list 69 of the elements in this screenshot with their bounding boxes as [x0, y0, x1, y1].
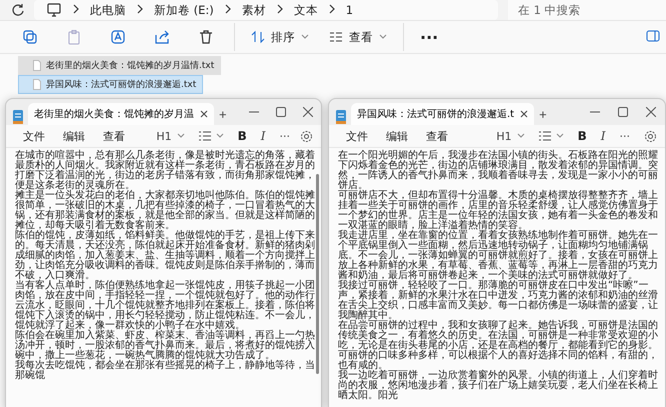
settings-icon[interactable]	[300, 130, 313, 142]
more-button[interactable]: ···	[620, 130, 630, 142]
close-icon	[302, 107, 312, 117]
close-icon	[200, 110, 208, 118]
caret-icon	[216, 133, 224, 139]
copy-icon	[22, 29, 38, 45]
caret-icon	[176, 133, 185, 139]
document-icon	[33, 79, 41, 90]
breadcrumb-item[interactable]: 文本	[294, 2, 318, 18]
maximize-icon	[618, 107, 628, 117]
caret-icon	[301, 34, 309, 40]
chevron-icon	[224, 4, 232, 14]
more-button[interactable]: ···	[410, 24, 448, 50]
breadcrumb-item[interactable]: 新加卷 (E:)	[154, 2, 214, 18]
heading-dropdown[interactable]: H1	[156, 130, 185, 142]
new-tab-button[interactable]: +	[534, 103, 552, 125]
chevron-icon	[136, 4, 144, 14]
menu-item[interactable]: 编辑	[377, 126, 417, 146]
menu-item[interactable]: 文件	[14, 126, 54, 146]
sort-icon	[251, 30, 265, 44]
italic-button[interactable]: I	[600, 129, 606, 143]
document-tab[interactable]: 异国风味：法式可丽饼的浪漫邂逅.t	[351, 103, 534, 125]
details-pane-icon[interactable]	[646, 30, 660, 42]
list-icon	[198, 131, 211, 141]
bold-button[interactable]: B	[238, 129, 247, 143]
new-tab-button[interactable]: +	[214, 103, 232, 125]
maximize-icon	[276, 107, 286, 117]
menu-item[interactable]: 查看	[417, 126, 457, 146]
computer-icon	[46, 2, 62, 18]
share-icon	[154, 29, 170, 45]
menu-item[interactable]: 文件	[337, 126, 377, 146]
list-icon	[538, 131, 551, 141]
more-button[interactable]: ···	[280, 130, 290, 142]
file-item[interactable]: 老街里的烟火美食：馄饨摊的岁月温情.txt	[18, 56, 222, 75]
chevron-icon	[328, 4, 336, 14]
list-dropdown[interactable]	[198, 131, 224, 141]
trash-icon	[198, 29, 214, 45]
rename-icon	[110, 29, 126, 45]
document-icon	[33, 60, 41, 71]
bold-button[interactable]: B	[578, 129, 587, 143]
settings-icon[interactable]	[644, 130, 657, 142]
clipboard-icon	[66, 29, 82, 45]
close-tab-button[interactable]	[198, 110, 208, 118]
menu-item[interactable]: 查看	[94, 126, 134, 146]
scrollbar[interactable]	[316, 174, 319, 374]
heading-dropdown[interactable]: H1	[496, 130, 525, 142]
caret-icon	[516, 133, 525, 139]
italic-button[interactable]: I	[260, 129, 266, 143]
breadcrumb-item[interactable]: 素材	[242, 2, 266, 18]
search-field[interactable]: 在 1 中搜索	[508, 0, 666, 20]
breadcrumb-item[interactable]: 此电脑	[90, 2, 126, 18]
close-tab-button[interactable]	[518, 110, 528, 118]
tab-title: 异国风味：法式可丽饼的浪漫邂逅.t	[357, 108, 514, 121]
sort-button[interactable]: 排序	[241, 26, 319, 48]
tab-title: 老街里的烟火美食：馄饨摊的岁月温	[34, 108, 194, 121]
menu-item[interactable]: 编辑	[54, 126, 94, 146]
close-icon	[646, 107, 656, 117]
chevron-icon	[276, 4, 284, 14]
view-button[interactable]: 查看	[319, 26, 397, 48]
breadcrumb-item[interactable]: 1	[346, 3, 354, 17]
chevron-icon	[72, 4, 80, 14]
caret-icon	[556, 133, 564, 139]
list-dropdown[interactable]	[538, 131, 564, 141]
refresh-icon[interactable]	[10, 2, 26, 18]
close-icon	[520, 110, 528, 118]
list-icon	[329, 30, 343, 44]
document-tab[interactable]: 老街里的烟火美食：馄饨摊的岁月温	[28, 103, 214, 125]
caret-icon	[379, 34, 387, 40]
file-item[interactable]: 异国风味：法式可丽饼的浪漫邂逅.txt	[18, 75, 204, 94]
